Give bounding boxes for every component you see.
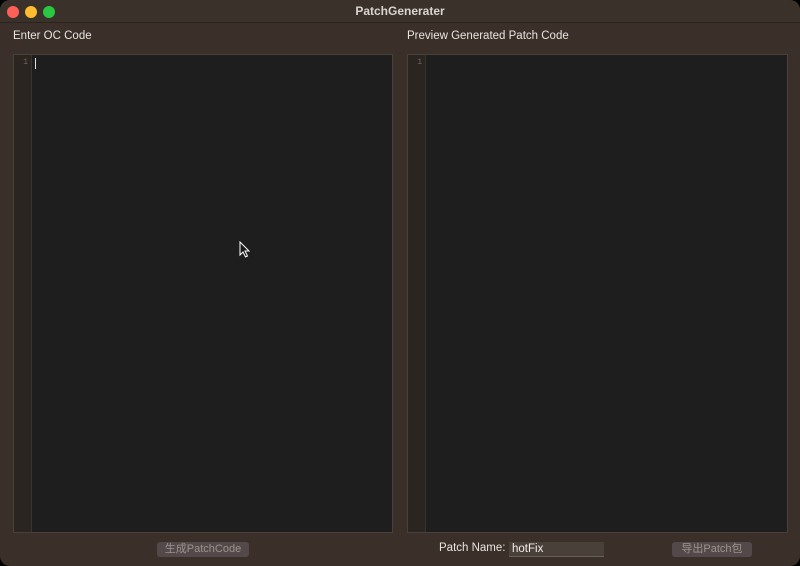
generate-patch-code-button[interactable]: 生成PatchCode [157,542,249,557]
line-number-gutter: 1 [14,55,32,532]
title-bar[interactable]: PatchGenerater [0,0,800,23]
patch-preview-editor[interactable]: 1 [407,54,788,533]
mouse-pointer-icon [239,241,250,258]
window-title: PatchGenerater [355,4,445,18]
line-number-gutter: 1 [408,55,426,532]
line-number: 1 [23,58,28,67]
patch-preview-label: Preview Generated Patch Code [407,30,569,42]
patch-generater-window: PatchGenerater Enter OC Code Preview Gen… [0,0,800,566]
export-patch-button[interactable]: 导出Patch包 [672,542,752,557]
patch-name-label: Patch Name: [439,542,506,554]
line-number: 1 [417,58,422,67]
patch-name-input[interactable]: hotFix [509,542,604,557]
oc-code-editor[interactable]: 1 [13,54,393,533]
oc-code-label: Enter OC Code [13,30,92,42]
text-caret [35,58,36,69]
